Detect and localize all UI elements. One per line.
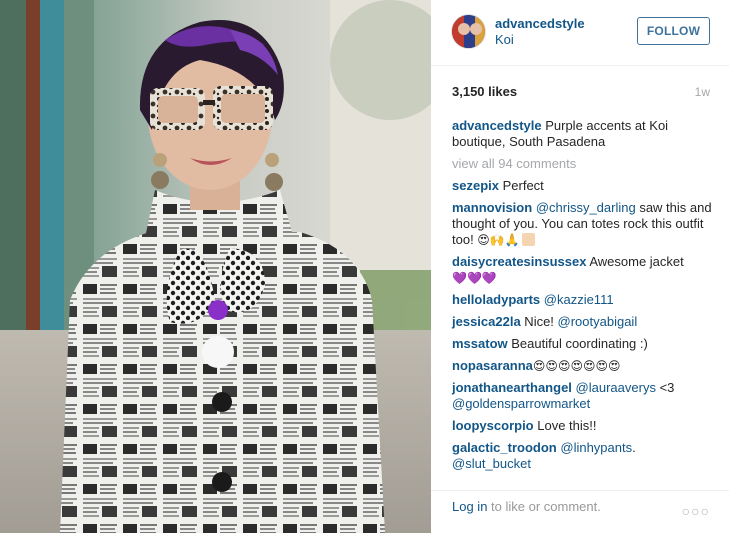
post-username[interactable]: advancedstyle <box>495 16 585 31</box>
photo-illustration <box>0 0 431 533</box>
comment-emoji: 😍🙌🙏 <box>477 233 520 247</box>
comment-text: Perfect <box>498 178 544 193</box>
comment-emoji: 😍😍😍😍😍😍😍 <box>532 359 621 373</box>
comment-text: Awesome jacket <box>586 254 684 269</box>
comment-mention[interactable]: @rootyabigail <box>558 314 638 329</box>
post-location[interactable]: Koi <box>495 32 514 47</box>
comment-username[interactable]: nopasaranna <box>452 358 533 373</box>
comment-text: <3 <box>655 380 675 395</box>
post-header: advancedstyle Koi FOLLOW <box>431 0 729 66</box>
comment-item: nopasaranna 😍😍😍😍😍😍😍 <box>452 358 714 374</box>
likes-row: 3,150 likes 1w <box>452 84 710 100</box>
avatar-image <box>452 15 485 48</box>
comment-text: Love this!! <box>533 418 597 433</box>
caption-username[interactable]: advancedstyle <box>452 118 542 133</box>
login-text: to like or comment. <box>487 499 601 514</box>
comment-username[interactable]: jonathanearthangel <box>452 380 572 395</box>
avatar[interactable] <box>451 14 486 49</box>
view-all-comments-link[interactable]: view all 94 comments <box>452 156 714 172</box>
comment-list: advancedstyle Purple accents at Koi bout… <box>452 118 714 472</box>
comment-item: sezepix Perfect <box>452 178 714 194</box>
comment-username[interactable]: jessica22la <box>452 314 521 329</box>
comment-item: daisycreatesinsussex Awesome jacket 💜💜💜 <box>452 254 714 286</box>
comment-item: jessica22la Nice! @rootyabigail <box>452 314 714 330</box>
follow-button[interactable]: FOLLOW <box>637 17 710 45</box>
comment-item: jonathanearthangel @lauraaverys <3 @golde… <box>452 380 714 412</box>
comment-mention[interactable]: @slut_bucket <box>452 456 531 471</box>
more-options-icon[interactable]: ○○○ <box>682 503 710 519</box>
comment-username[interactable]: helloladyparts <box>452 292 540 307</box>
post-photo[interactable] <box>0 0 431 533</box>
post-sidebar: advancedstyle Koi FOLLOW 3,150 likes 1w … <box>431 0 729 533</box>
comment-item: mannovision @chrissy_darling saw this an… <box>452 200 714 248</box>
emoji-swatch <box>521 233 535 246</box>
comment-item: mssatow Beautiful coordinating :) <box>452 336 714 352</box>
comment-username[interactable]: mssatow <box>452 336 508 351</box>
comment-username[interactable]: galactic_troodon <box>452 440 557 455</box>
comment-item: galactic_troodon @linhypants. @slut_bucke… <box>452 440 714 472</box>
comment-text: Nice! <box>520 314 558 329</box>
comment-text: Beautiful coordinating :) <box>507 336 648 351</box>
caption: advancedstyle Purple accents at Koi bout… <box>452 118 714 150</box>
comment-mention[interactable]: @lauraaverys <box>576 380 656 395</box>
comment-text: . <box>632 440 636 455</box>
post-time[interactable]: 1w <box>695 85 710 99</box>
comment-mention[interactable]: @linhypants <box>560 440 632 455</box>
comment-mention[interactable]: @chrissy_darling <box>536 200 636 215</box>
comment-username[interactable]: daisycreatesinsussex <box>452 254 586 269</box>
comment-username[interactable]: sezepix <box>452 178 499 193</box>
comment-mention[interactable]: @goldensparrowmarket <box>452 396 590 411</box>
comment-username[interactable]: mannovision <box>452 200 532 215</box>
comment-item: helloladyparts @kazzie111 <box>452 292 714 308</box>
login-link[interactable]: Log in <box>452 499 487 514</box>
login-prompt: Log in to like or comment. <box>452 499 601 514</box>
comment-mention[interactable]: @kazzie111 <box>544 292 614 307</box>
likes-count[interactable]: 3,150 likes <box>452 84 517 99</box>
comment-emoji: 💜💜💜 <box>452 271 497 285</box>
comment-item: loopyscorpio Love this!! <box>452 418 714 434</box>
comment-username[interactable]: loopyscorpio <box>452 418 534 433</box>
post-footer: Log in to like or comment. ○○○ <box>431 490 729 533</box>
